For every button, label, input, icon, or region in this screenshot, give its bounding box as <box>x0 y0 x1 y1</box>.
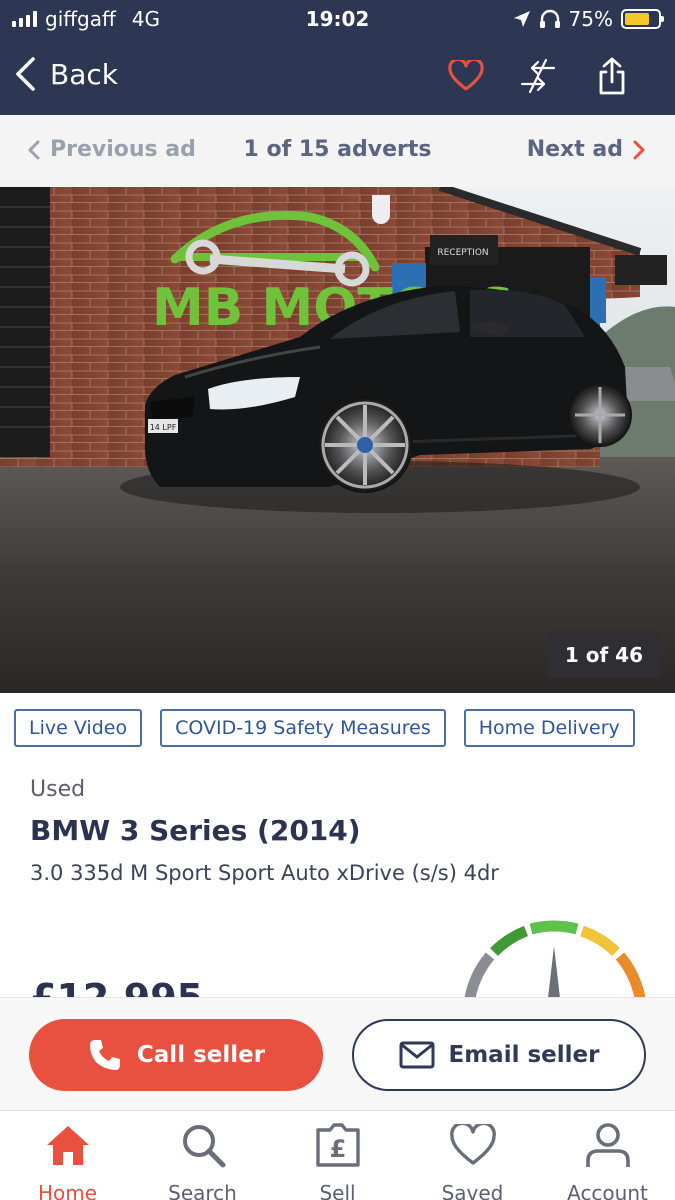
tab-account[interactable]: Account <box>540 1119 675 1200</box>
share-button[interactable] <box>592 56 632 96</box>
battery-percent: 75% <box>568 7 613 31</box>
car-photo-illustration: RECEPTION MB MOTORS 14 LPF <box>0 187 675 693</box>
favorite-button[interactable] <box>446 56 486 96</box>
top-bar: giffgaff 4G 19:02 75% Back <box>0 0 675 115</box>
heart-outline-icon <box>449 1124 496 1165</box>
status-bar: giffgaff 4G 19:02 75% <box>0 0 675 38</box>
tab-sell-label: Sell <box>319 1181 356 1200</box>
ad-pager: Previous ad 1 of 15 adverts Next ad <box>0 115 675 187</box>
tag-home-delivery[interactable]: Home Delivery <box>463 709 635 747</box>
phone-icon <box>89 1040 120 1070</box>
tab-sell[interactable]: £ Sell <box>270 1119 405 1200</box>
vehicle-subtitle: 3.0 335d M Sport Sport Auto xDrive (s/s)… <box>30 861 499 885</box>
contact-action-bar: Call seller Email seller <box>0 997 675 1110</box>
tab-home[interactable]: Home <box>0 1119 135 1200</box>
tab-search[interactable]: Search <box>135 1119 270 1200</box>
back-button[interactable]: Back <box>14 56 118 92</box>
bottom-tab-bar: Home Search £ Sell Saved Account <box>0 1110 675 1200</box>
svg-text:14 LPF: 14 LPF <box>150 423 177 432</box>
tab-saved[interactable]: Saved <box>405 1119 540 1200</box>
compare-button[interactable] <box>518 56 558 96</box>
tab-saved-label: Saved <box>441 1181 504 1200</box>
vehicle-photo[interactable]: RECEPTION MB MOTORS 14 LPF 1 of 46 <box>0 187 675 693</box>
account-person-icon <box>585 1123 630 1167</box>
call-seller-button[interactable]: Call seller <box>29 1019 323 1091</box>
tab-search-label: Search <box>168 1181 237 1200</box>
sell-pound-tag-icon: £ <box>315 1123 360 1167</box>
svg-text:RECEPTION: RECEPTION <box>437 248 488 258</box>
nav-row: Back <box>0 38 675 115</box>
envelope-icon <box>399 1041 434 1069</box>
email-seller-label: Email seller <box>448 1042 600 1068</box>
headphones-icon <box>539 9 560 28</box>
svg-text:£: £ <box>329 1135 346 1163</box>
tag-covid-safety[interactable]: COVID-19 Safety Measures <box>160 709 446 747</box>
photo-counter: 1 of 46 <box>546 631 661 679</box>
heart-icon <box>448 60 484 91</box>
price-gauge-icon <box>464 920 646 998</box>
chevron-left-icon <box>16 57 35 91</box>
next-ad-label: Next ad <box>526 137 623 162</box>
tag-live-video[interactable]: Live Video <box>14 709 143 747</box>
vehicle-condition: Used <box>30 777 86 802</box>
back-label: Back <box>50 57 118 91</box>
next-ad-button[interactable]: Next ad <box>527 137 645 162</box>
share-icon <box>599 57 625 95</box>
status-right: 75% <box>513 7 664 31</box>
search-icon <box>182 1125 225 1168</box>
compare-arrows-icon <box>520 58 556 94</box>
tab-account-label: Account <box>567 1181 648 1200</box>
vehicle-price: £12,995 <box>30 976 204 998</box>
email-seller-button[interactable]: Email seller <box>352 1019 646 1091</box>
tab-home-label: Home <box>37 1181 98 1200</box>
location-arrow-icon <box>513 11 530 27</box>
vehicle-title: BMW 3 Series (2014) <box>30 814 361 847</box>
battery-icon <box>621 9 664 29</box>
feature-tags: Live Video COVID-19 Safety Measures Home… <box>14 709 635 747</box>
call-seller-label: Call seller <box>136 1042 266 1068</box>
chevron-right-icon <box>633 140 645 159</box>
home-icon <box>46 1126 89 1165</box>
